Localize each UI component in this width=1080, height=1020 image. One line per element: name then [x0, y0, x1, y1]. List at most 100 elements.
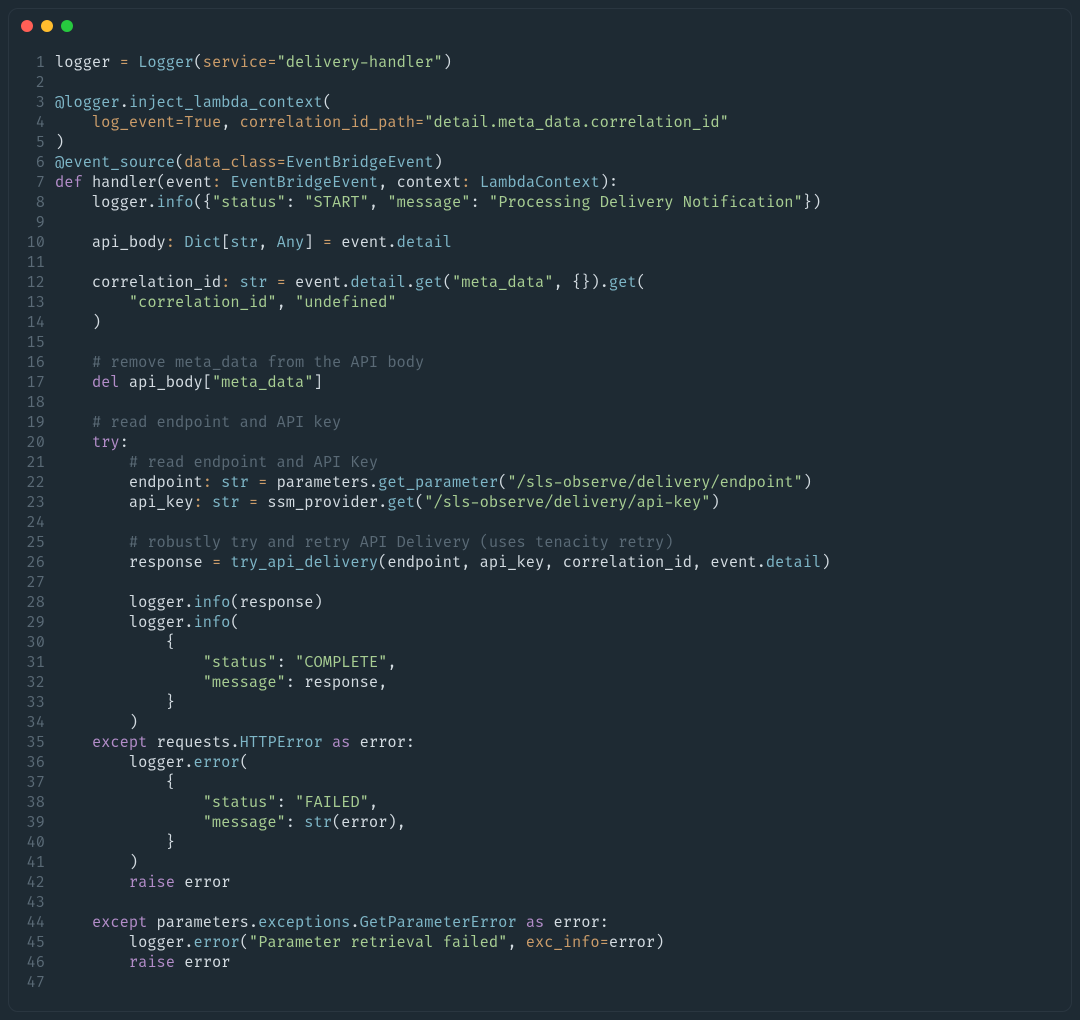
code-line[interactable]: 38 "status": "FAILED", — [9, 793, 1071, 813]
line-content[interactable]: logger.error( — [55, 753, 1071, 773]
line-content[interactable] — [55, 393, 1071, 413]
line-content[interactable]: "message": response, — [55, 673, 1071, 693]
code-line[interactable]: 40 } — [9, 833, 1071, 853]
line-content[interactable]: } — [55, 833, 1071, 853]
window-minimize-icon[interactable] — [41, 20, 53, 32]
code-line[interactable]: 15 — [9, 333, 1071, 353]
code-line[interactable]: 34 ) — [9, 713, 1071, 733]
line-content[interactable] — [55, 573, 1071, 593]
line-content[interactable]: ) — [55, 313, 1071, 333]
code-line[interactable]: 33 } — [9, 693, 1071, 713]
code-line[interactable]: 27 — [9, 573, 1071, 593]
code-line[interactable]: 36 logger.error( — [9, 753, 1071, 773]
line-content[interactable]: correlation_id: str = event.detail.get("… — [55, 273, 1071, 293]
line-content[interactable]: @logger.inject_lambda_context( — [55, 93, 1071, 113]
line-content[interactable]: logger.error("Parameter retrieval failed… — [55, 933, 1071, 953]
code-line[interactable]: 4 log_event=True, correlation_id_path="d… — [9, 113, 1071, 133]
line-content[interactable]: "correlation_id", "undefined" — [55, 293, 1071, 313]
code-line[interactable]: 18 — [9, 393, 1071, 413]
line-content[interactable]: del api_body["meta_data"] — [55, 373, 1071, 393]
code-line[interactable]: 13 "correlation_id", "undefined" — [9, 293, 1071, 313]
line-content[interactable]: def handler(event: EventBridgeEvent, con… — [55, 173, 1071, 193]
code-line[interactable]: 8 logger.info({"status": "START", "messa… — [9, 193, 1071, 213]
window-zoom-icon[interactable] — [61, 20, 73, 32]
code-line[interactable]: 42 raise error — [9, 873, 1071, 893]
code-line[interactable]: 17 del api_body["meta_data"] — [9, 373, 1071, 393]
line-content[interactable]: except requests.HTTPError as error: — [55, 733, 1071, 753]
line-content[interactable]: api_key: str = ssm_provider.get("/sls-ob… — [55, 493, 1071, 513]
code-line[interactable]: 22 endpoint: str = parameters.get_parame… — [9, 473, 1071, 493]
line-content[interactable]: endpoint: str = parameters.get_parameter… — [55, 473, 1071, 493]
line-content[interactable] — [55, 513, 1071, 533]
line-content[interactable]: "message": str(error), — [55, 813, 1071, 833]
code-editor[interactable]: 1logger = Logger(service="delivery-handl… — [9, 43, 1071, 1012]
line-content[interactable]: ) — [55, 853, 1071, 873]
code-line[interactable]: 19 # read endpoint and API key — [9, 413, 1071, 433]
code-line[interactable]: 26 response = try_api_delivery(endpoint,… — [9, 553, 1071, 573]
code-line[interactable]: 23 api_key: str = ssm_provider.get("/sls… — [9, 493, 1071, 513]
code-line[interactable]: 29 logger.info( — [9, 613, 1071, 633]
code-line[interactable]: 31 "status": "COMPLETE", — [9, 653, 1071, 673]
line-content[interactable]: try: — [55, 433, 1071, 453]
line-content[interactable]: { — [55, 773, 1071, 793]
line-content[interactable]: logger.info(response) — [55, 593, 1071, 613]
line-content[interactable]: # read endpoint and API Key — [55, 453, 1071, 473]
line-content[interactable]: "status": "FAILED", — [55, 793, 1071, 813]
code-line[interactable]: 25 # robustly try and retry API Delivery… — [9, 533, 1071, 553]
line-content[interactable]: log_event=True, correlation_id_path="det… — [55, 113, 1071, 133]
code-line[interactable]: 16 # remove meta_data from the API body — [9, 353, 1071, 373]
line-content[interactable] — [55, 973, 1071, 993]
line-content[interactable]: logger.info( — [55, 613, 1071, 633]
code-line[interactable]: 30 { — [9, 633, 1071, 653]
token: parameters. — [147, 913, 258, 932]
code-line[interactable]: 44 except parameters.exceptions.GetParam… — [9, 913, 1071, 933]
line-content[interactable] — [55, 333, 1071, 353]
code-line[interactable]: 35 except requests.HTTPError as error: — [9, 733, 1071, 753]
line-content[interactable]: raise error — [55, 873, 1071, 893]
code-line[interactable]: 28 logger.info(response) — [9, 593, 1071, 613]
line-content[interactable]: ) — [55, 713, 1071, 733]
token: "status" — [203, 793, 277, 812]
code-line[interactable]: 11 — [9, 253, 1071, 273]
line-content[interactable] — [55, 253, 1071, 273]
code-line[interactable]: 41 ) — [9, 853, 1071, 873]
line-content[interactable]: logger = Logger(service="delivery-handle… — [55, 53, 1071, 73]
line-content[interactable]: @event_source(data_class=EventBridgeEven… — [55, 153, 1071, 173]
code-line[interactable]: 46 raise error — [9, 953, 1071, 973]
code-line[interactable]: 43 — [9, 893, 1071, 913]
code-line[interactable]: 1logger = Logger(service="delivery-handl… — [9, 53, 1071, 73]
line-content[interactable]: # read endpoint and API key — [55, 413, 1071, 433]
line-content[interactable]: api_body: Dict[str, Any] = event.detail — [55, 233, 1071, 253]
code-line[interactable]: 9 — [9, 213, 1071, 233]
code-line[interactable]: 24 — [9, 513, 1071, 533]
code-line[interactable]: 7def handler(event: EventBridgeEvent, co… — [9, 173, 1071, 193]
line-content[interactable] — [55, 213, 1071, 233]
line-content[interactable]: { — [55, 633, 1071, 653]
line-content[interactable] — [55, 73, 1071, 93]
code-line[interactable]: 5) — [9, 133, 1071, 153]
line-content[interactable]: # robustly try and retry API Delivery (u… — [55, 533, 1071, 553]
code-line[interactable]: 45 logger.error("Parameter retrieval fai… — [9, 933, 1071, 953]
code-line[interactable]: 12 correlation_id: str = event.detail.ge… — [9, 273, 1071, 293]
code-line[interactable]: 14 ) — [9, 313, 1071, 333]
code-line[interactable]: 39 "message": str(error), — [9, 813, 1071, 833]
line-content[interactable]: except parameters.exceptions.GetParamete… — [55, 913, 1071, 933]
code-line[interactable]: 6@event_source(data_class=EventBridgeEve… — [9, 153, 1071, 173]
line-content[interactable]: logger.info({"status": "START", "message… — [55, 193, 1071, 213]
line-content[interactable]: "status": "COMPLETE", — [55, 653, 1071, 673]
line-content[interactable]: raise error — [55, 953, 1071, 973]
code-line[interactable]: 32 "message": response, — [9, 673, 1071, 693]
code-line[interactable]: 21 # read endpoint and API Key — [9, 453, 1071, 473]
line-content[interactable] — [55, 893, 1071, 913]
code-line[interactable]: 37 { — [9, 773, 1071, 793]
line-content[interactable]: response = try_api_delivery(endpoint, ap… — [55, 553, 1071, 573]
line-content[interactable]: ) — [55, 133, 1071, 153]
code-line[interactable]: 2 — [9, 73, 1071, 93]
line-content[interactable]: } — [55, 693, 1071, 713]
line-content[interactable]: # remove meta_data from the API body — [55, 353, 1071, 373]
code-line[interactable]: 47 — [9, 973, 1071, 993]
code-line[interactable]: 20 try: — [9, 433, 1071, 453]
window-close-icon[interactable] — [21, 20, 33, 32]
code-line[interactable]: 10 api_body: Dict[str, Any] = event.deta… — [9, 233, 1071, 253]
code-line[interactable]: 3@logger.inject_lambda_context( — [9, 93, 1071, 113]
